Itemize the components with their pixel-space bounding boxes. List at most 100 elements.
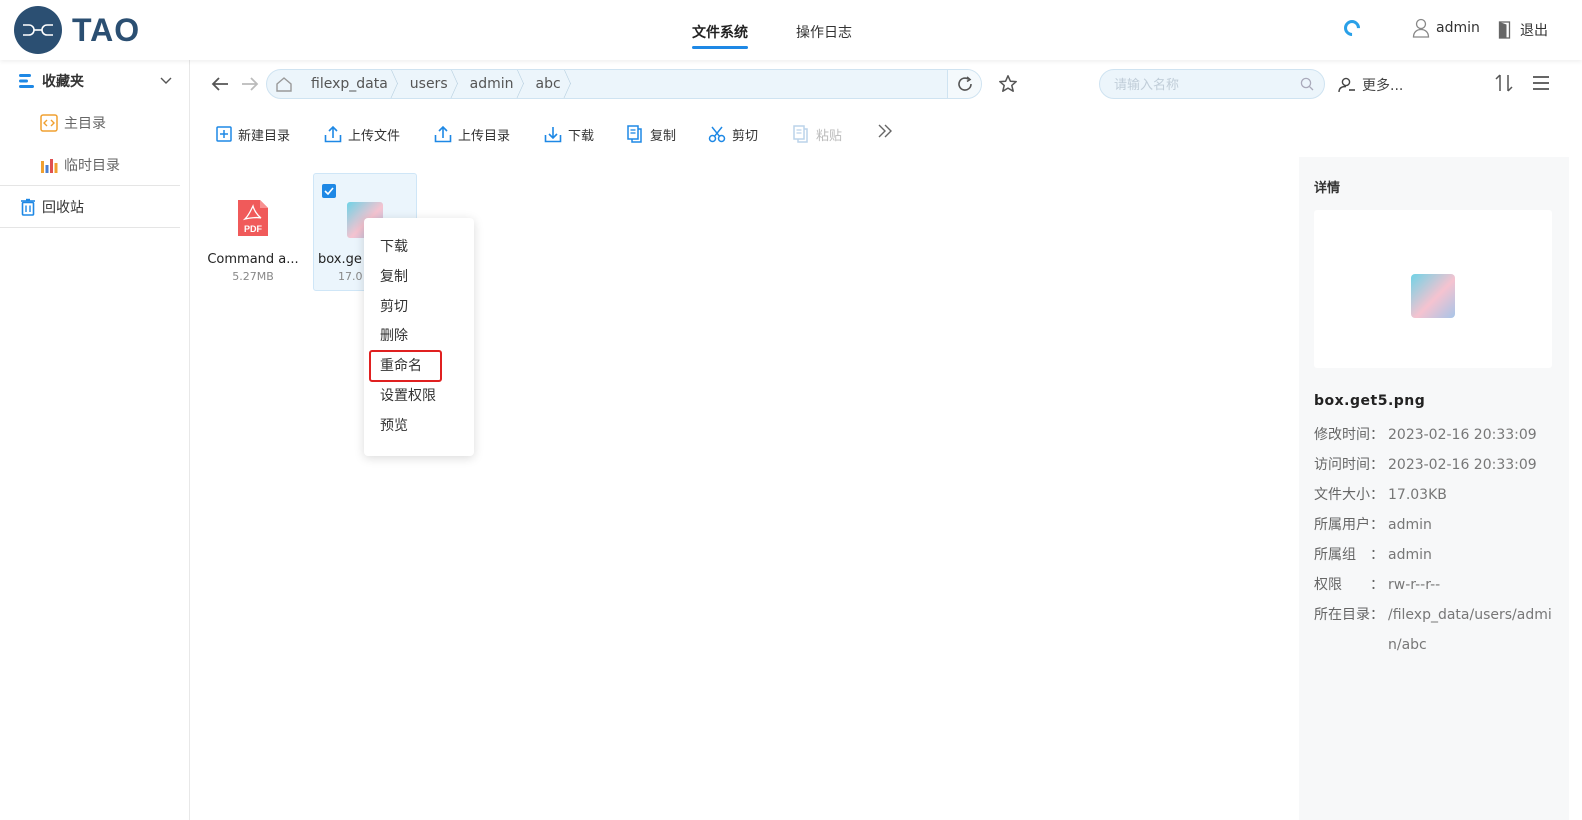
file-name: Command a... bbox=[207, 252, 299, 267]
action-label: 粘贴 bbox=[816, 128, 843, 144]
tab-label: 文件系统 bbox=[692, 25, 748, 41]
copy-button[interactable]: 复制 bbox=[626, 124, 676, 144]
chevron-down-icon bbox=[160, 77, 172, 84]
breadcrumb-item[interactable]: admin bbox=[460, 70, 526, 98]
file-checkbox[interactable] bbox=[322, 184, 336, 198]
tab-label: 操作日志 bbox=[796, 25, 852, 41]
toolbar-more-button[interactable] bbox=[876, 122, 894, 144]
user-name: admin bbox=[1436, 20, 1480, 36]
context-menu-permissions[interactable]: 设置权限 bbox=[380, 385, 436, 407]
home-icon bbox=[276, 77, 292, 92]
upload-directory-button[interactable]: 上传目录 bbox=[434, 124, 510, 144]
tab-file-system[interactable]: 文件系统 bbox=[692, 22, 748, 49]
loading-spinner-icon bbox=[1340, 16, 1364, 40]
details-label: 访问时间： bbox=[1314, 457, 1384, 473]
context-menu-cut[interactable]: 剪切 bbox=[380, 296, 408, 318]
context-menu-rename[interactable]: 重命名 bbox=[380, 355, 422, 377]
home-dir-icon bbox=[40, 114, 58, 132]
sidebar-favorites[interactable]: 收藏夹 bbox=[18, 60, 198, 102]
details-label: 权限 ： bbox=[1314, 577, 1384, 593]
details-row-group: 所属组 ： admin bbox=[1314, 540, 1558, 570]
details-label: 修改时间： bbox=[1314, 427, 1384, 443]
refresh-icon bbox=[957, 76, 972, 91]
download-icon bbox=[544, 127, 562, 143]
sidebar-item-home[interactable]: 主目录 bbox=[40, 102, 220, 144]
breadcrumb-item[interactable]: abc bbox=[526, 70, 573, 98]
upload-file-button[interactable]: 上传文件 bbox=[324, 124, 400, 144]
details-value: admin bbox=[1388, 547, 1432, 563]
tab-operation-log[interactable]: 操作日志 bbox=[796, 22, 852, 42]
breadcrumb-label: admin bbox=[469, 76, 514, 92]
back-button[interactable] bbox=[210, 74, 230, 94]
favorite-button[interactable] bbox=[998, 74, 1018, 98]
view-menu-button[interactable] bbox=[1532, 74, 1550, 96]
logout-button[interactable]: 退出 bbox=[1498, 20, 1548, 40]
star-icon bbox=[999, 75, 1017, 92]
sidebar-item-label: 临时目录 bbox=[64, 158, 120, 174]
details-row-directory: 所在目录： /filexp_data/users/admin/abc bbox=[1314, 600, 1558, 660]
new-directory-button[interactable]: 新建目录 bbox=[216, 124, 290, 144]
breadcrumb: filexp_data users admin abc bbox=[266, 69, 982, 99]
sort-icon bbox=[1495, 74, 1513, 92]
svg-text:PDF: PDF bbox=[244, 224, 263, 234]
context-menu-download[interactable]: 下载 bbox=[380, 236, 408, 258]
user-menu[interactable]: admin bbox=[1412, 18, 1480, 38]
preview-image bbox=[1411, 274, 1455, 318]
breadcrumb-item[interactable]: users bbox=[400, 70, 460, 98]
context-menu-preview[interactable]: 预览 bbox=[380, 415, 408, 437]
details-panel: 详情 box.get5.png 修改时间： 2023-02-16 20:33:0… bbox=[1299, 157, 1569, 820]
favorites-icon bbox=[19, 74, 34, 88]
sort-button[interactable] bbox=[1494, 73, 1514, 97]
sidebar-item-recycle[interactable]: 回收站 bbox=[20, 186, 200, 228]
action-label: 剪切 bbox=[732, 128, 759, 144]
breadcrumb-home[interactable] bbox=[267, 70, 301, 98]
context-menu-delete[interactable]: 删除 bbox=[380, 325, 408, 347]
logo-mark-icon bbox=[14, 6, 62, 54]
details-title: 详情 bbox=[1314, 181, 1341, 196]
hamburger-icon bbox=[1533, 76, 1549, 90]
app-logo[interactable]: TAO bbox=[14, 6, 140, 54]
details-preview bbox=[1314, 210, 1552, 368]
paste-button[interactable]: 粘贴 bbox=[792, 124, 842, 144]
action-label: 上传文件 bbox=[348, 128, 401, 144]
door-icon bbox=[1498, 21, 1511, 39]
double-chevron-right-icon bbox=[878, 124, 892, 138]
logout-label: 退出 bbox=[1520, 23, 1548, 39]
user-icon bbox=[1412, 18, 1430, 38]
tab-active-indicator bbox=[692, 46, 748, 49]
details-label: 所属组 ： bbox=[1314, 547, 1384, 563]
user-settings-icon bbox=[1338, 77, 1355, 93]
arrow-right-icon bbox=[242, 77, 259, 91]
details-row-modified: 修改时间： 2023-02-16 20:33:09 bbox=[1314, 420, 1558, 450]
sidebar: 收藏夹 主目录 临时目录 回收站 bbox=[0, 60, 190, 820]
sidebar-item-temp[interactable]: 临时目录 bbox=[40, 144, 220, 186]
details-row-owner: 所属用户： admin bbox=[1314, 510, 1558, 540]
details-row-accessed: 访问时间： 2023-02-16 20:33:09 bbox=[1314, 450, 1558, 480]
copy-icon bbox=[627, 125, 642, 143]
details-value: 2023-02-16 20:33:09 bbox=[1388, 457, 1537, 473]
details-value: 17.03KB bbox=[1388, 487, 1447, 503]
download-button[interactable]: 下载 bbox=[544, 124, 594, 144]
details-value: /filexp_data/users/admin/abc bbox=[1388, 607, 1552, 653]
paste-icon bbox=[793, 125, 808, 143]
action-label: 新建目录 bbox=[238, 128, 291, 144]
details-value: rw-r--r-- bbox=[1388, 577, 1441, 593]
file-item-pdf[interactable]: PDF Command a... 5.27MB bbox=[201, 174, 305, 292]
pdf-file-icon: PDF bbox=[238, 200, 268, 236]
search-input[interactable] bbox=[1114, 75, 1294, 95]
details-label: 所在目录： bbox=[1314, 607, 1384, 623]
cut-button[interactable]: 剪切 bbox=[708, 124, 758, 144]
logo-text: TAO bbox=[72, 11, 141, 48]
upload-icon bbox=[324, 125, 342, 143]
forward-button[interactable] bbox=[240, 74, 260, 94]
context-menu-copy[interactable]: 复制 bbox=[380, 266, 408, 288]
refresh-button[interactable] bbox=[947, 70, 981, 98]
app-header: TAO 文件系统 操作日志 admin 退出 bbox=[0, 0, 1582, 60]
sidebar-favorites-label: 收藏夹 bbox=[42, 74, 84, 90]
search-icon[interactable] bbox=[1300, 77, 1314, 91]
breadcrumb-item[interactable]: filexp_data bbox=[301, 70, 400, 98]
more-button[interactable]: 更多... bbox=[1338, 75, 1403, 95]
sidebar-divider bbox=[0, 227, 180, 228]
more-label: 更多... bbox=[1362, 78, 1404, 94]
breadcrumb-label: abc bbox=[535, 76, 561, 92]
